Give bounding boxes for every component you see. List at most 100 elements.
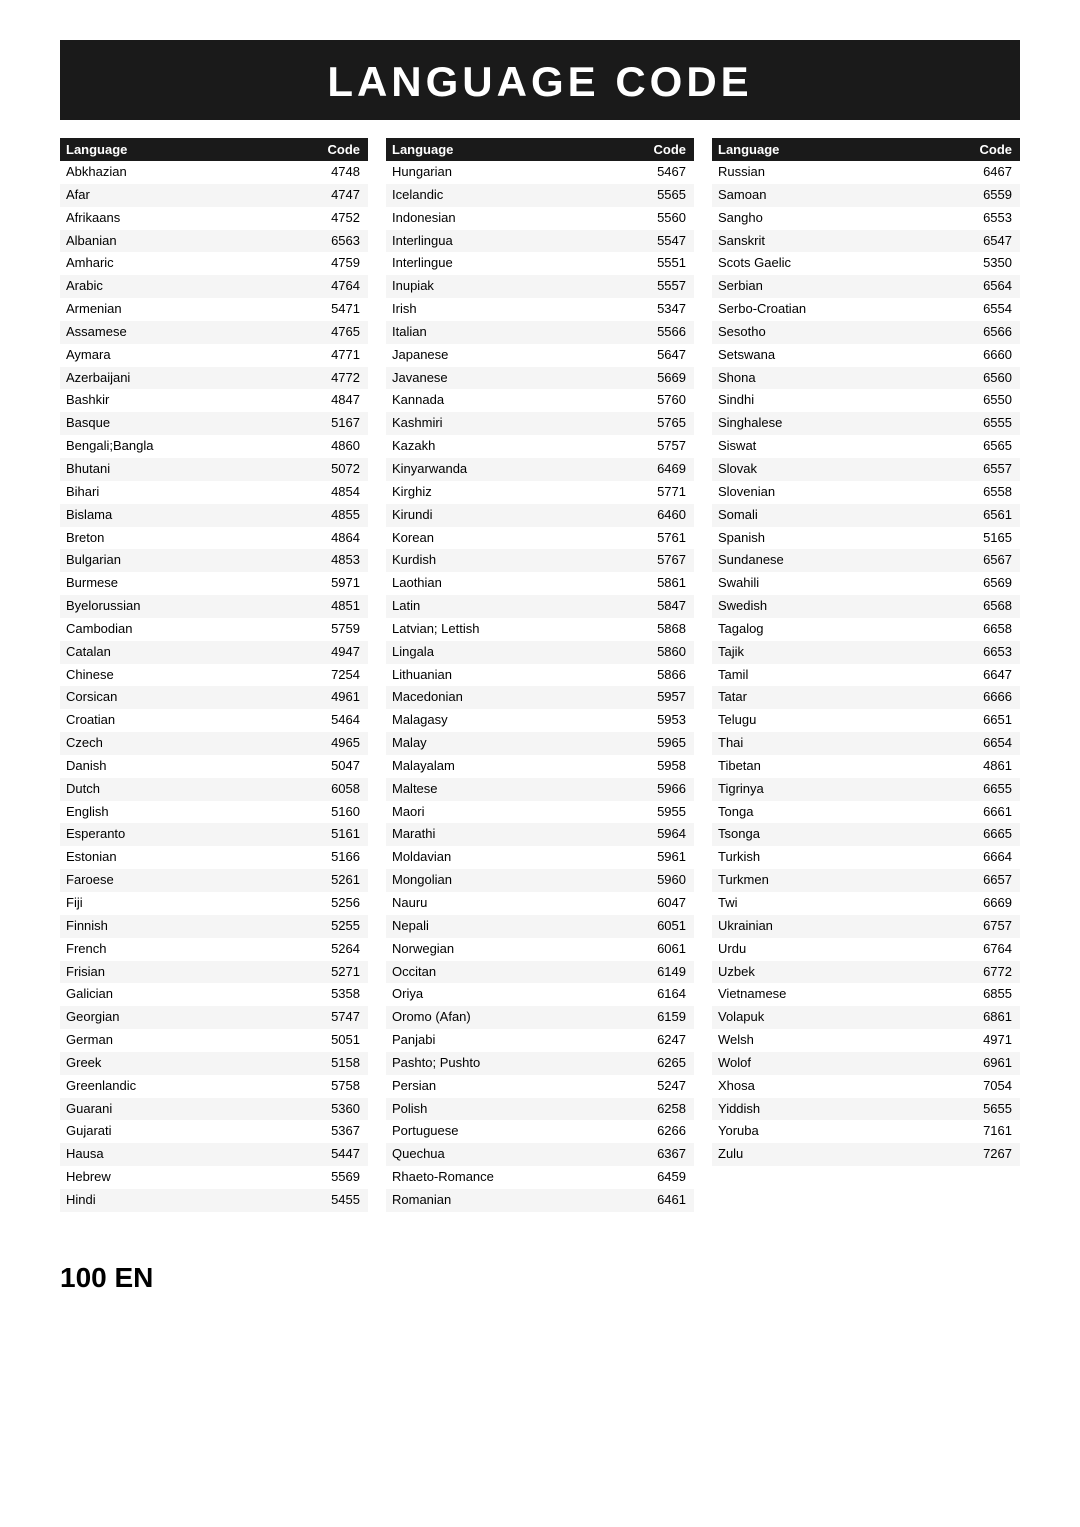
lang-cell: Javanese: [386, 367, 642, 390]
col3-lang-header: Language: [712, 138, 968, 161]
code-cell: 5565: [642, 184, 694, 207]
table-2: Language Code Hungarian5467Icelandic5565…: [386, 138, 694, 1212]
code-cell: 5261: [316, 869, 368, 892]
code-cell: 6547: [968, 230, 1020, 253]
lang-cell: Swedish: [712, 595, 968, 618]
lang-cell: Albanian: [60, 230, 316, 253]
table-row: Latin5847: [386, 595, 694, 618]
lang-cell: Aymara: [60, 344, 316, 367]
col3-code-header: Code: [968, 138, 1020, 161]
table-row: Inupiak5557: [386, 275, 694, 298]
table-row: Turkmen6657: [712, 869, 1020, 892]
lang-cell: English: [60, 801, 316, 824]
lang-cell: Korean: [386, 527, 642, 550]
lang-cell: Arabic: [60, 275, 316, 298]
table-row: Sundanese6567: [712, 549, 1020, 572]
code-cell: 5166: [316, 846, 368, 869]
lang-cell: Guarani: [60, 1098, 316, 1121]
lang-cell: Mongolian: [386, 869, 642, 892]
table-row: Basque5167: [60, 412, 368, 435]
table-row: Setswana6660: [712, 344, 1020, 367]
table-row: Croatian5464: [60, 709, 368, 732]
lang-cell: Hungarian: [386, 161, 642, 184]
lang-cell: Interlingue: [386, 252, 642, 275]
lang-cell: Scots Gaelic: [712, 252, 968, 275]
lang-cell: Croatian: [60, 709, 316, 732]
table-row: Fiji5256: [60, 892, 368, 915]
table-row: Swedish6568: [712, 595, 1020, 618]
lang-cell: Kannada: [386, 389, 642, 412]
code-cell: 6247: [642, 1029, 694, 1052]
table-row: Rhaeto-Romance6459: [386, 1166, 694, 1189]
code-cell: 5953: [642, 709, 694, 732]
lang-cell: Italian: [386, 321, 642, 344]
footer-note: 100 EN: [60, 1262, 1020, 1294]
table-row: Mongolian5960: [386, 869, 694, 892]
table-row: Kashmiri5765: [386, 412, 694, 435]
lang-cell: Singhalese: [712, 412, 968, 435]
table-row: Polish6258: [386, 1098, 694, 1121]
table-1: Language Code Abkhazian4748Afar4747Afrik…: [60, 138, 368, 1212]
lang-cell: Esperanto: [60, 823, 316, 846]
table-row: Quechua6367: [386, 1143, 694, 1166]
lang-cell: Quechua: [386, 1143, 642, 1166]
code-cell: 5051: [316, 1029, 368, 1052]
lang-cell: Abkhazian: [60, 161, 316, 184]
lang-cell: Urdu: [712, 938, 968, 961]
lang-cell: Indonesian: [386, 207, 642, 230]
lang-cell: Hindi: [60, 1189, 316, 1212]
table-row: Kirundi6460: [386, 504, 694, 527]
code-cell: 5551: [642, 252, 694, 275]
lang-cell: Fiji: [60, 892, 316, 915]
code-cell: 6563: [316, 230, 368, 253]
table-row: Afrikaans4752: [60, 207, 368, 230]
lang-cell: Bulgarian: [60, 549, 316, 572]
code-cell: 6565: [968, 435, 1020, 458]
table-row: Sesotho6566: [712, 321, 1020, 344]
code-cell: 7161: [968, 1120, 1020, 1143]
code-cell: 5464: [316, 709, 368, 732]
lang-cell: Latvian; Lettish: [386, 618, 642, 641]
lang-cell: Slovenian: [712, 481, 968, 504]
table-row: Singhalese6555: [712, 412, 1020, 435]
column-1: Language Code Abkhazian4748Afar4747Afrik…: [60, 138, 368, 1212]
lang-cell: Sesotho: [712, 321, 968, 344]
code-cell: 5264: [316, 938, 368, 961]
code-cell: 5655: [968, 1098, 1020, 1121]
table-row: Siswat6565: [712, 435, 1020, 458]
lang-cell: Russian: [712, 161, 968, 184]
table-row: Russian6467: [712, 161, 1020, 184]
code-cell: 6653: [968, 641, 1020, 664]
code-cell: 6258: [642, 1098, 694, 1121]
table-row: Volapuk6861: [712, 1006, 1020, 1029]
code-cell: 6164: [642, 983, 694, 1006]
lang-cell: Latin: [386, 595, 642, 618]
code-cell: 4752: [316, 207, 368, 230]
table-row: Vietnamese6855: [712, 983, 1020, 1006]
table-row: Tonga6661: [712, 801, 1020, 824]
lang-cell: Japanese: [386, 344, 642, 367]
code-cell: 5757: [642, 435, 694, 458]
lang-cell: Hebrew: [60, 1166, 316, 1189]
table-row: Thai6654: [712, 732, 1020, 755]
lang-cell: Slovak: [712, 458, 968, 481]
lang-cell: Sangho: [712, 207, 968, 230]
table-row: Tamil6647: [712, 664, 1020, 687]
table-row: Maltese5966: [386, 778, 694, 801]
table-row: Kannada5760: [386, 389, 694, 412]
table-row: Somali6561: [712, 504, 1020, 527]
table-row: Romanian6461: [386, 1189, 694, 1212]
code-cell: 5758: [316, 1075, 368, 1098]
table-row: Esperanto5161: [60, 823, 368, 846]
lang-cell: Faroese: [60, 869, 316, 892]
lang-cell: Swahili: [712, 572, 968, 595]
table-row: Swahili6569: [712, 572, 1020, 595]
code-cell: 6467: [968, 161, 1020, 184]
column-3: Language Code Russian6467Samoan6559Sangh…: [712, 138, 1020, 1166]
code-cell: 5560: [642, 207, 694, 230]
table-row: Gujarati5367: [60, 1120, 368, 1143]
table-row: Marathi5964: [386, 823, 694, 846]
table-row: Corsican4961: [60, 686, 368, 709]
code-cell: 6265: [642, 1052, 694, 1075]
lang-cell: Tajik: [712, 641, 968, 664]
